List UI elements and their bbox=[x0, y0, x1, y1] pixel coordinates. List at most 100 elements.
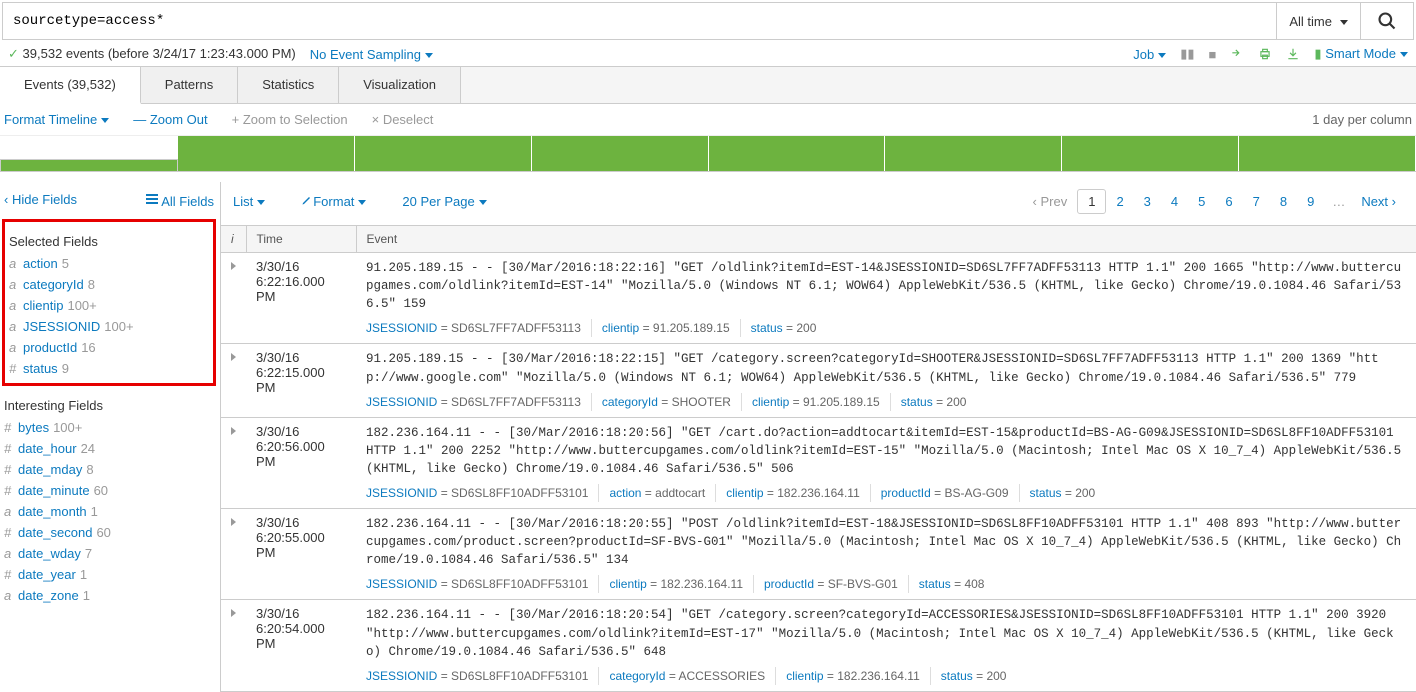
field-name[interactable]: date_second bbox=[18, 525, 92, 540]
timeline-bar[interactable] bbox=[355, 136, 532, 171]
next-page-button[interactable]: Next › bbox=[1353, 190, 1404, 213]
field-name[interactable]: date_mday bbox=[18, 462, 82, 477]
page-number[interactable]: 2 bbox=[1106, 190, 1133, 213]
event-raw[interactable]: 91.205.189.15 - - [30/Mar/2016:18:22:16]… bbox=[366, 259, 1406, 313]
tab-patterns[interactable]: Patterns bbox=[141, 67, 238, 103]
field-name[interactable]: date_minute bbox=[18, 483, 90, 498]
timeline-bar[interactable] bbox=[0, 159, 178, 171]
field-tag[interactable]: productId = BS-AG-G09 bbox=[881, 484, 1020, 502]
event-raw[interactable]: 182.236.164.11 - - [30/Mar/2016:18:20:54… bbox=[366, 606, 1406, 660]
timeline-bar[interactable] bbox=[709, 136, 886, 171]
field-name[interactable]: date_hour bbox=[18, 441, 77, 456]
search-mode-dropdown[interactable]: ▮ Smart Mode bbox=[1314, 46, 1408, 62]
field-tag[interactable]: JSESSIONID = SD6SL8FF10ADFF53101 bbox=[366, 484, 599, 502]
field-row[interactable]: acategoryId 8 bbox=[7, 274, 211, 295]
field-row[interactable]: adate_zone 1 bbox=[2, 585, 216, 606]
col-event[interactable]: Event bbox=[356, 226, 1416, 253]
field-tag[interactable]: categoryId = SHOOTER bbox=[602, 393, 742, 411]
format-dropdown[interactable]: Format bbox=[301, 194, 366, 209]
field-name[interactable]: date_wday bbox=[18, 546, 81, 561]
field-row[interactable]: adate_wday 7 bbox=[2, 543, 216, 564]
field-name[interactable]: bytes bbox=[18, 420, 49, 435]
field-tag[interactable]: clientip = 182.236.164.11 bbox=[609, 575, 754, 593]
event-sampling-dropdown[interactable]: No Event Sampling bbox=[310, 47, 433, 62]
page-number[interactable]: 8 bbox=[1270, 190, 1297, 213]
zoom-out-button[interactable]: — Zoom Out bbox=[133, 112, 207, 127]
timeline-bar[interactable] bbox=[178, 136, 355, 171]
field-name[interactable]: date_month bbox=[18, 504, 87, 519]
field-name[interactable]: categoryId bbox=[23, 277, 84, 292]
field-row[interactable]: #date_minute 60 bbox=[2, 480, 216, 501]
tab-statistics[interactable]: Statistics bbox=[238, 67, 339, 103]
page-number[interactable]: 1 bbox=[1077, 189, 1106, 214]
time-range-picker[interactable]: All time bbox=[1276, 3, 1360, 39]
tab-events[interactable]: Events (39,532) bbox=[0, 67, 141, 104]
share-icon[interactable] bbox=[1230, 47, 1244, 61]
field-tag[interactable]: status = 200 bbox=[941, 667, 1017, 685]
tab-visualization[interactable]: Visualization bbox=[339, 67, 461, 103]
field-tag[interactable]: status = 408 bbox=[919, 575, 995, 593]
field-tag[interactable]: JSESSIONID = SD6SL7FF7ADFF53113 bbox=[366, 319, 592, 337]
event-raw[interactable]: 91.205.189.15 - - [30/Mar/2016:18:22:15]… bbox=[366, 350, 1406, 386]
per-page-dropdown[interactable]: 20 Per Page bbox=[402, 194, 486, 209]
expand-event-button[interactable] bbox=[221, 509, 246, 600]
page-number[interactable]: 3 bbox=[1134, 190, 1161, 213]
field-tag[interactable]: status = 200 bbox=[1030, 484, 1106, 502]
field-row[interactable]: #date_hour 24 bbox=[2, 438, 216, 459]
page-number[interactable]: 5 bbox=[1188, 190, 1215, 213]
search-input[interactable] bbox=[3, 3, 1276, 39]
field-row[interactable]: #date_year 1 bbox=[2, 564, 216, 585]
download-icon[interactable] bbox=[1286, 47, 1300, 61]
page-number[interactable]: 4 bbox=[1161, 190, 1188, 213]
field-name[interactable]: clientip bbox=[23, 298, 63, 313]
field-tag[interactable]: JSESSIONID = SD6SL8FF10ADFF53101 bbox=[366, 575, 599, 593]
search-button[interactable] bbox=[1360, 3, 1413, 39]
timeline-bar[interactable] bbox=[885, 136, 1062, 171]
field-tag[interactable]: productId = SF-BVS-G01 bbox=[764, 575, 909, 593]
field-name[interactable]: date_year bbox=[18, 567, 76, 582]
field-tag[interactable]: JSESSIONID = SD6SL7FF7ADFF53113 bbox=[366, 393, 592, 411]
field-tag[interactable]: clientip = 91.205.189.15 bbox=[752, 393, 891, 411]
col-time[interactable]: Time bbox=[246, 226, 356, 253]
field-row[interactable]: aclientip 100+ bbox=[7, 295, 211, 316]
timeline-bar[interactable] bbox=[532, 136, 709, 171]
field-row[interactable]: aJSESSIONID 100+ bbox=[7, 316, 211, 337]
timeline-bar[interactable] bbox=[1239, 136, 1416, 171]
field-row[interactable]: #date_second 60 bbox=[2, 522, 216, 543]
field-row[interactable]: #date_mday 8 bbox=[2, 459, 216, 480]
field-row[interactable]: aproductId 16 bbox=[7, 337, 211, 358]
page-number[interactable]: 9 bbox=[1297, 190, 1324, 213]
hide-fields-button[interactable]: ‹ Hide Fields bbox=[4, 192, 77, 209]
event-raw[interactable]: 182.236.164.11 - - [30/Mar/2016:18:20:55… bbox=[366, 515, 1406, 569]
field-tag[interactable]: status = 200 bbox=[901, 393, 977, 411]
field-name[interactable]: productId bbox=[23, 340, 77, 355]
event-raw[interactable]: 182.236.164.11 - - [30/Mar/2016:18:20:56… bbox=[366, 424, 1406, 478]
format-timeline-dropdown[interactable]: Format Timeline bbox=[4, 112, 109, 127]
field-tag[interactable]: clientip = 182.236.164.11 bbox=[726, 484, 871, 502]
field-name[interactable]: date_zone bbox=[18, 588, 79, 603]
field-name[interactable]: status bbox=[23, 361, 58, 376]
pause-icon[interactable]: ▮▮ bbox=[1180, 46, 1194, 62]
field-row[interactable]: #bytes 100+ bbox=[2, 417, 216, 438]
field-tag[interactable]: clientip = 182.236.164.11 bbox=[786, 667, 931, 685]
expand-event-button[interactable] bbox=[221, 344, 246, 417]
field-tag[interactable]: clientip = 91.205.189.15 bbox=[602, 319, 741, 337]
field-row[interactable]: adate_month 1 bbox=[2, 501, 216, 522]
timeline-bar[interactable] bbox=[1062, 136, 1239, 171]
stop-icon[interactable]: ■ bbox=[1209, 47, 1217, 62]
expand-event-button[interactable] bbox=[221, 253, 246, 344]
all-fields-button[interactable]: All Fields bbox=[146, 192, 214, 209]
expand-event-button[interactable] bbox=[221, 417, 246, 508]
list-view-dropdown[interactable]: List bbox=[233, 194, 265, 209]
page-number[interactable]: 6 bbox=[1215, 190, 1242, 213]
field-name[interactable]: action bbox=[23, 256, 58, 271]
page-number[interactable]: 7 bbox=[1243, 190, 1270, 213]
timeline-chart[interactable] bbox=[0, 136, 1416, 172]
col-expand[interactable]: i bbox=[221, 226, 246, 253]
field-name[interactable]: JSESSIONID bbox=[23, 319, 100, 334]
field-tag[interactable]: JSESSIONID = SD6SL8FF10ADFF53101 bbox=[366, 667, 599, 685]
field-row[interactable]: #status 9 bbox=[7, 358, 211, 379]
job-dropdown[interactable]: Job bbox=[1133, 47, 1166, 62]
field-tag[interactable]: action = addtocart bbox=[609, 484, 716, 502]
print-icon[interactable] bbox=[1258, 47, 1272, 61]
